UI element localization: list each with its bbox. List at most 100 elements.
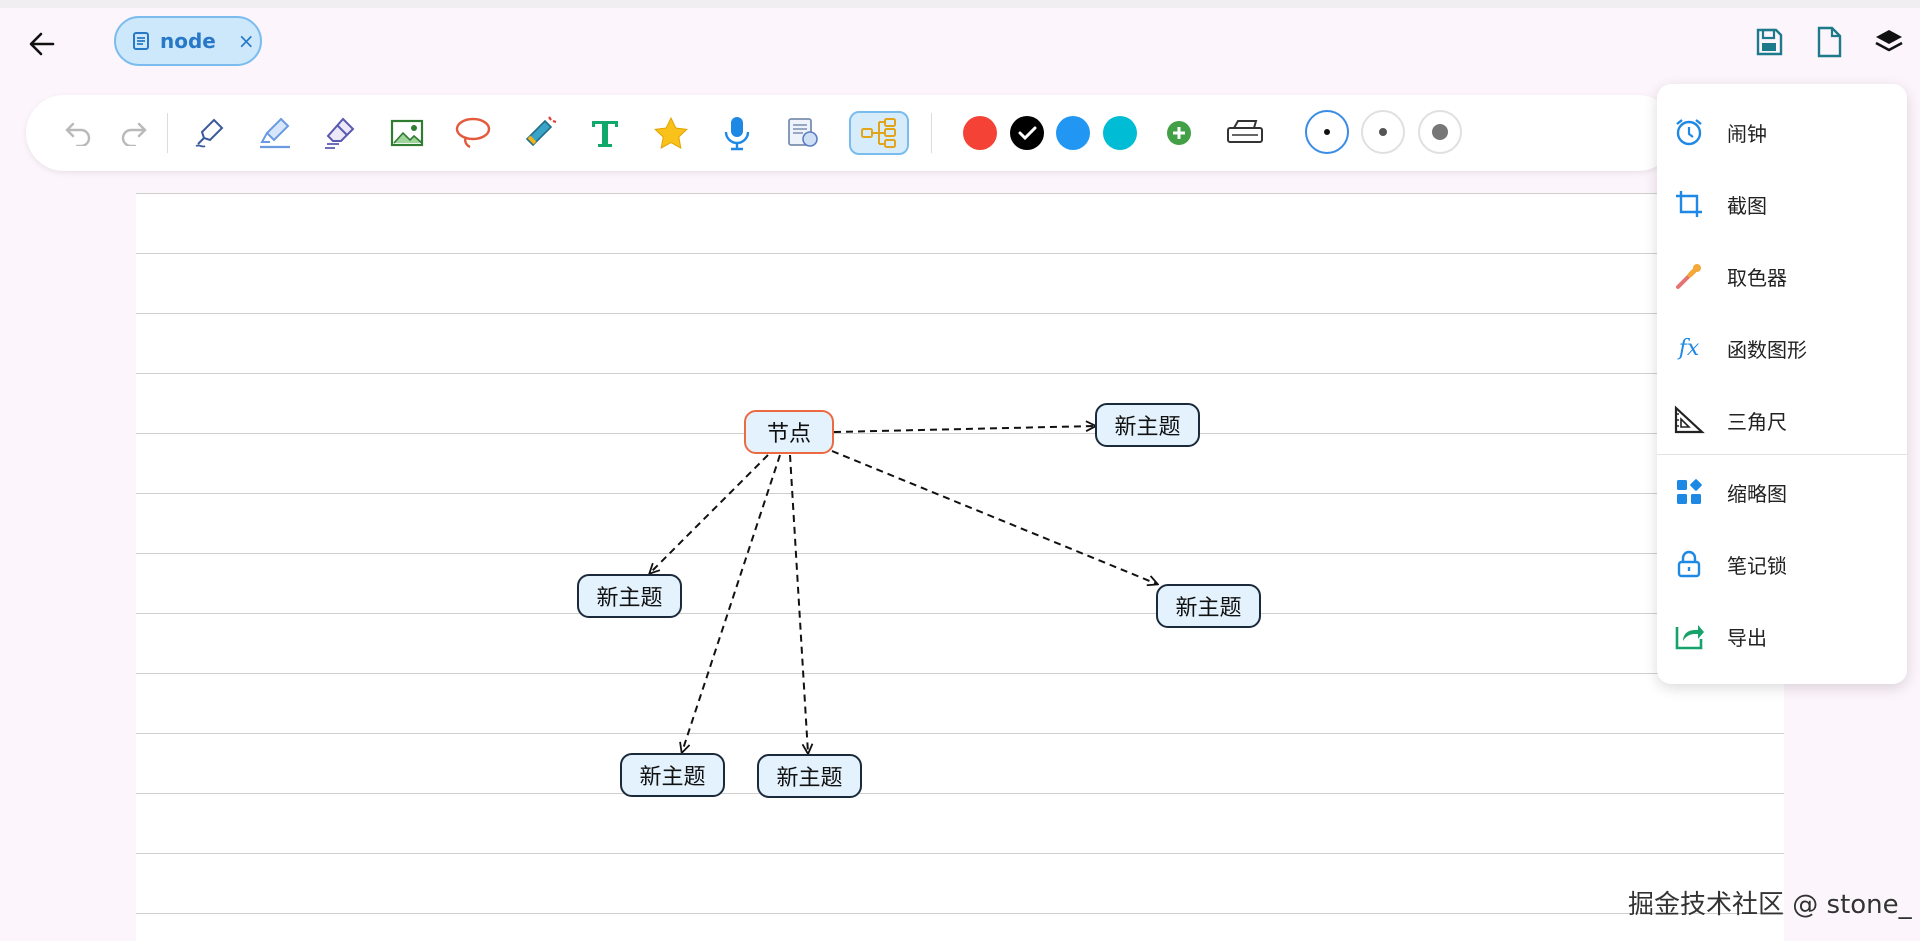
ruled-line — [136, 613, 1784, 614]
menu-divider — [1657, 454, 1907, 455]
menu-item-label: 笔记锁 — [1727, 553, 1787, 578]
fountain-pen-icon — [195, 118, 224, 148]
menu-item-label: 取色器 — [1727, 265, 1787, 290]
lasso-tool[interactable] — [448, 108, 498, 158]
menu-item-note-lock[interactable]: 笔记锁 — [1657, 534, 1907, 594]
menu-item-function-graph[interactable]: fx 函数图形 — [1657, 318, 1907, 378]
laser-pointer-tool[interactable] — [514, 108, 564, 158]
color-swatch-red[interactable] — [963, 116, 997, 150]
arrow-left-icon — [29, 32, 55, 56]
menu-item-label: 三角尺 — [1727, 409, 1787, 434]
laser-pointer-icon — [525, 116, 557, 147]
menu-item-label: 截图 — [1727, 193, 1767, 218]
text-icon — [592, 121, 618, 147]
ruled-line — [136, 493, 1784, 494]
color-picker-icon — [1671, 258, 1707, 294]
image-icon — [390, 119, 424, 147]
mindmap-child-node[interactable]: 新主题 — [577, 574, 682, 618]
ruled-line — [136, 553, 1784, 554]
tab-node[interactable]: node × — [114, 16, 262, 66]
menu-item-screenshot[interactable]: 截图 — [1657, 174, 1907, 234]
back-button[interactable] — [22, 24, 62, 64]
ruled-line — [136, 433, 1784, 434]
image-tool[interactable] — [382, 108, 432, 158]
mindmap-child-node[interactable]: 新主题 — [757, 754, 862, 798]
sticker-tool[interactable] — [646, 108, 696, 158]
color-swatch-black[interactable] — [1010, 116, 1044, 150]
tab-close-button[interactable]: × — [238, 29, 255, 53]
eraser-tool[interactable] — [316, 108, 366, 158]
pen-tool[interactable] — [184, 108, 234, 158]
save-icon — [1756, 28, 1783, 56]
menu-item-label: 函数图形 — [1727, 337, 1807, 362]
attachment-tool[interactable] — [778, 108, 828, 158]
lock-icon — [1671, 546, 1707, 582]
menu-item-label: 闹钟 — [1727, 121, 1767, 146]
drawing-toolbar — [26, 95, 1676, 171]
stroke-size-large[interactable] — [1418, 110, 1462, 154]
mindmap-child-node[interactable]: 新主题 — [620, 753, 725, 797]
save-button[interactable] — [1749, 22, 1789, 62]
alarm-clock-icon — [1671, 114, 1707, 150]
thumbnail-icon — [1671, 474, 1707, 510]
paper-style-button[interactable] — [1220, 108, 1270, 158]
add-color-button[interactable] — [1154, 108, 1204, 158]
tab-label: node — [160, 29, 216, 53]
plus-circle-icon — [1167, 121, 1191, 145]
redo-icon — [121, 122, 147, 146]
note-canvas[interactable] — [136, 193, 1784, 941]
dot-large — [1432, 124, 1448, 140]
stroke-size-small[interactable] — [1305, 110, 1349, 154]
layers-icon — [1875, 30, 1903, 52]
ruled-line — [136, 793, 1784, 794]
text-tool[interactable] — [580, 108, 630, 158]
menu-item-triangle-ruler[interactable]: 三角尺 — [1657, 390, 1907, 450]
document-compass-icon — [788, 118, 818, 147]
menu-item-label: 缩略图 — [1727, 481, 1787, 506]
function-icon-text: fx — [1678, 335, 1700, 361]
highlighter-tool[interactable] — [250, 108, 300, 158]
export-icon — [1671, 618, 1707, 654]
mindmap-tool[interactable] — [849, 111, 909, 155]
mindmap-icon — [861, 118, 896, 148]
watermark: 掘金技术社区 @ stone_ — [1628, 890, 1912, 920]
highlighter-icon — [260, 117, 290, 149]
mindmap-root-node[interactable]: 节点 — [744, 410, 834, 454]
more-tools-menu: 闹钟 截图 取色器 fx 函数图形 三角尺 缩略图 笔记锁 导出 — [1657, 84, 1907, 684]
dot-small — [1324, 129, 1330, 135]
color-swatch-blue[interactable] — [1056, 116, 1090, 150]
file-icon — [1817, 26, 1842, 58]
lasso-icon — [455, 117, 491, 149]
voice-tool[interactable] — [712, 108, 762, 158]
document-icon — [133, 32, 149, 50]
menu-item-label: 导出 — [1727, 625, 1767, 650]
undo-icon — [65, 122, 91, 146]
menu-item-thumbnail[interactable]: 缩略图 — [1657, 462, 1907, 522]
new-page-button[interactable] — [1809, 22, 1849, 62]
menu-item-color-picker[interactable]: 取色器 — [1657, 246, 1907, 306]
undo-button[interactable] — [53, 108, 103, 158]
eraser-icon — [325, 117, 355, 149]
redo-button[interactable] — [109, 108, 159, 158]
triangle-ruler-icon — [1671, 402, 1707, 438]
mindmap-child-node[interactable]: 新主题 — [1095, 403, 1200, 447]
scanner-icon — [1227, 120, 1263, 143]
toolbar-divider — [167, 113, 168, 153]
dot-medium — [1379, 128, 1387, 136]
top-strip — [0, 0, 1920, 8]
toolbar-divider — [931, 113, 932, 153]
mindmap-child-node[interactable]: 新主题 — [1156, 584, 1261, 628]
ruled-line — [136, 313, 1784, 314]
layers-button[interactable] — [1869, 22, 1909, 62]
ruled-line — [136, 913, 1784, 914]
ruled-line — [136, 373, 1784, 374]
ruled-line — [136, 733, 1784, 734]
ruled-line — [136, 853, 1784, 854]
stroke-size-medium[interactable] — [1361, 110, 1405, 154]
checkmark-icon — [1018, 126, 1037, 141]
menu-item-alarm[interactable]: 闹钟 — [1657, 102, 1907, 162]
crop-icon — [1671, 186, 1707, 222]
ruled-line — [136, 193, 1784, 194]
menu-item-export[interactable]: 导出 — [1657, 606, 1907, 666]
color-swatch-cyan[interactable] — [1103, 116, 1137, 150]
